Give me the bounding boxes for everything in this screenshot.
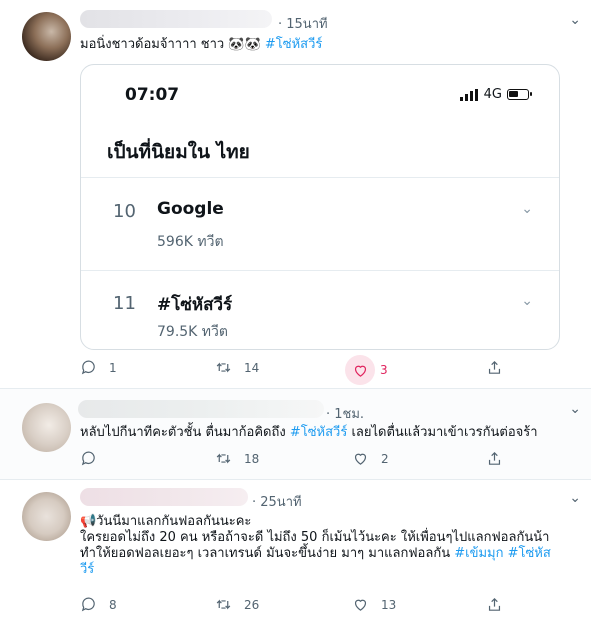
retweet-icon: [216, 453, 231, 464]
avatar[interactable]: [22, 492, 71, 541]
tweet-2[interactable]: · 1ชม. ⌄ หลับไปกีนาทีคะตัวชั้น ตื่นมาก้อ…: [0, 389, 591, 480]
trend-count: 596K ทวีต: [157, 234, 224, 250]
avatar[interactable]: [22, 12, 71, 61]
tweet-time: · 25นาที: [252, 495, 302, 510]
reply-icon: [81, 597, 95, 612]
divider: [81, 270, 559, 271]
signal-icon: [459, 88, 478, 101]
tweet-actions: 18 2: [80, 450, 510, 472]
share-icon: [488, 451, 501, 465]
retweet-button[interactable]: 18: [215, 450, 259, 467]
share-button[interactable]: [486, 450, 503, 467]
hashtag-link[interactable]: #เข้มมุก: [454, 546, 503, 561]
share-button[interactable]: [486, 596, 503, 613]
tweet-text: 📢วันนีมาแลกกันฟอลกันนะคะ ใครยอดไม่ถึง 20…: [80, 514, 551, 577]
retweet-icon: [216, 599, 231, 610]
network-label: 4G: [483, 87, 502, 102]
tweet-actions: 1 14 3: [80, 355, 510, 385]
screenshot-card[interactable]: 07:07 4G เป็นที่นิยมใน ไทย 10 Google 596…: [80, 64, 560, 350]
tweet-text: มอนิ่งชาวด้อมจ้าาาา ชาว 🐼🐼 #โซ่หัสวีร์: [80, 37, 323, 52]
like-button[interactable]: 3: [345, 355, 388, 385]
tweet-1[interactable]: · 15นาที ⌄ มอนิ่งชาวด้อมจ้าาาา ชาว 🐼🐼 #โ…: [0, 0, 591, 389]
chevron-down-icon[interactable]: ⌄: [521, 293, 533, 309]
chevron-down-icon[interactable]: ⌄: [569, 12, 581, 28]
reply-icon: [81, 360, 95, 375]
tweet-3[interactable]: · 25นาที ⌄ 📢วันนีมาแลกกันฟอลกันนะคะ ใครย…: [0, 480, 591, 615]
trend-rank: 10: [113, 201, 136, 222]
like-button[interactable]: 2: [352, 450, 389, 467]
battery-icon: [507, 89, 532, 100]
chevron-down-icon[interactable]: ⌄: [569, 401, 581, 417]
share-button[interactable]: [486, 359, 503, 376]
like-icon: [354, 365, 366, 377]
reply-button[interactable]: 8: [80, 596, 117, 613]
hashtag-link[interactable]: #โซ่หัส: [508, 546, 551, 561]
chevron-down-icon[interactable]: ⌄: [569, 490, 581, 506]
share-icon: [488, 360, 501, 374]
divider: [81, 177, 559, 178]
trends-heading: เป็นที่นิยมใน ไทย: [107, 141, 250, 163]
retweet-icon: [216, 362, 231, 373]
like-icon: [354, 599, 367, 611]
tweet-time: · 1ชม.: [326, 407, 365, 422]
phone-status-bar: 4G: [459, 87, 532, 102]
reply-button[interactable]: [80, 450, 109, 467]
like-button[interactable]: 13: [352, 596, 396, 613]
retweet-button[interactable]: 26: [215, 596, 259, 613]
trend-rank: 11: [113, 293, 136, 314]
reply-icon: [81, 451, 95, 466]
tweet-text: หลับไปกีนาทีคะตัวชั้น ตื่นมาก้อคิดถึง #โ…: [80, 425, 538, 440]
retweet-button[interactable]: 14: [215, 359, 259, 376]
reply-button[interactable]: 1: [80, 359, 117, 376]
author-name-blurred[interactable]: [78, 400, 324, 418]
hashtag-link-cont[interactable]: วีร์: [80, 562, 94, 577]
trend-name: #โซ่หัสวีร์: [157, 295, 233, 315]
author-name-blurred[interactable]: [80, 10, 272, 28]
tweet-time: · 15นาที: [278, 17, 328, 32]
hashtag-link[interactable]: #โซ่หัสวีร์: [290, 425, 347, 440]
trend-name: Google: [157, 199, 224, 219]
avatar[interactable]: [22, 403, 71, 452]
phone-clock: 07:07: [125, 85, 180, 105]
author-name-blurred[interactable]: [80, 488, 248, 506]
like-icon: [354, 453, 367, 465]
trend-count: 79.5K ทวีต: [157, 324, 228, 340]
share-icon: [488, 597, 501, 611]
hashtag-link[interactable]: #โซ่หัสวีร์: [265, 37, 322, 52]
chevron-down-icon[interactable]: ⌄: [521, 201, 533, 217]
